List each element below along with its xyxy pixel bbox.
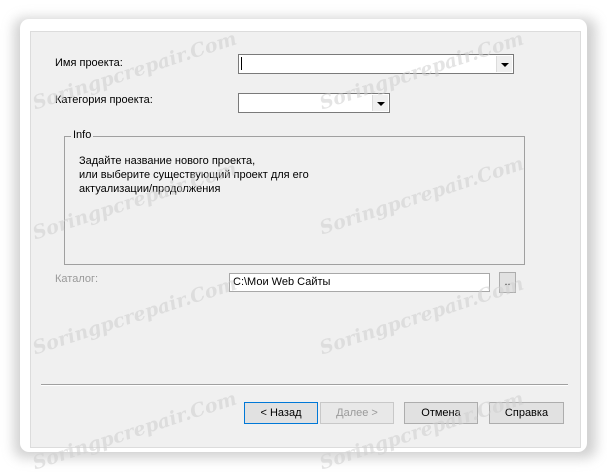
project-name-label: Имя проекта: xyxy=(55,57,123,69)
text-caret xyxy=(241,57,242,70)
next-button[interactable]: Далее > xyxy=(320,402,394,424)
chevron-down-icon[interactable] xyxy=(372,95,388,111)
button-separator xyxy=(41,384,568,386)
info-legend: Info xyxy=(71,129,94,141)
chevron-down-icon[interactable] xyxy=(496,56,512,72)
browse-button[interactable]: .. xyxy=(499,272,516,293)
wizard-dialog: Имя проекта: Категория проекта: Info Зад… xyxy=(20,19,587,452)
help-button[interactable]: Справка xyxy=(489,402,564,424)
project-category-combobox[interactable] xyxy=(238,93,390,113)
catalog-path-value: C:\Мои Web Сайты xyxy=(233,276,331,288)
back-button[interactable]: < Назад xyxy=(244,402,318,424)
cancel-button[interactable]: Отмена xyxy=(404,402,478,424)
info-line: Задайте название нового проекта, xyxy=(79,155,256,167)
project-category-label: Категория проекта: xyxy=(55,94,153,106)
info-line: актуализации/продолжения xyxy=(79,183,221,195)
catalog-label: Каталог: xyxy=(55,273,99,285)
info-text: Задайте название нового проекта, или выб… xyxy=(79,154,309,196)
catalog-path-input[interactable]: C:\Мои Web Сайты xyxy=(229,273,490,292)
project-name-combobox[interactable] xyxy=(238,54,514,74)
info-line: или выберите существующий проект для его xyxy=(79,169,309,181)
wizard-panel: Имя проекта: Категория проекта: Info Зад… xyxy=(30,31,581,448)
info-groupbox: Info Задайте название нового проекта, ил… xyxy=(64,129,525,265)
